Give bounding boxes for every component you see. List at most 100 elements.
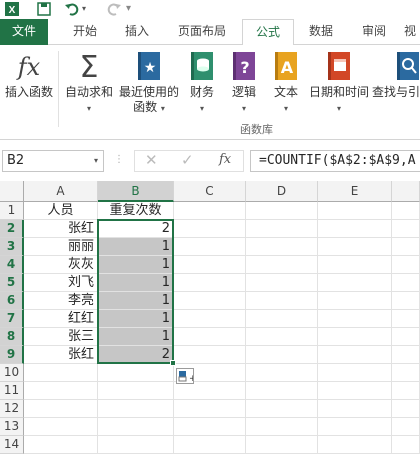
cell[interactable] (392, 418, 420, 436)
formula-input[interactable]: =COUNTIF($A$2:$A$9,A (250, 150, 420, 172)
recently-used-button[interactable]: ★ 最近使用的 函数 ▾ (114, 49, 184, 116)
cell[interactable] (392, 346, 420, 364)
auto-fill-options-icon[interactable]: + (176, 368, 197, 384)
row-header-14[interactable]: 14 (0, 436, 24, 454)
column-header-d[interactable]: D (246, 181, 318, 202)
cell-a8[interactable]: 张三 (24, 328, 98, 346)
cell[interactable] (24, 364, 98, 382)
enter-check-icon[interactable]: ✓ (181, 151, 194, 169)
cell-b6[interactable]: 1 (98, 292, 174, 310)
cell-b3[interactable]: 1 (98, 238, 174, 256)
cell[interactable] (98, 418, 174, 436)
cell[interactable] (318, 202, 392, 220)
cell[interactable] (318, 274, 392, 292)
cell[interactable] (318, 400, 392, 418)
cell-b7[interactable]: 1 (98, 310, 174, 328)
column-header-a[interactable]: A (24, 181, 98, 202)
cell[interactable] (246, 220, 318, 238)
cell[interactable] (392, 382, 420, 400)
cancel-icon[interactable]: ✕ (145, 151, 158, 169)
save-icon[interactable] (36, 1, 52, 20)
cell[interactable] (246, 292, 318, 310)
cell[interactable] (174, 292, 246, 310)
cell[interactable] (318, 418, 392, 436)
cell[interactable] (98, 364, 174, 382)
cell[interactable] (318, 292, 392, 310)
cell-a9[interactable]: 张红 (24, 346, 98, 364)
undo-dropdown-icon[interactable]: ▾ (82, 4, 86, 13)
tab-page-layout[interactable]: 页面布局 (166, 19, 238, 45)
cell[interactable] (392, 292, 420, 310)
cell[interactable] (174, 436, 246, 454)
cell[interactable] (246, 328, 318, 346)
cell[interactable] (392, 202, 420, 220)
cell[interactable] (318, 220, 392, 238)
row-header-8[interactable]: 8 (0, 328, 24, 346)
cell[interactable] (174, 274, 246, 292)
row-header-10[interactable]: 10 (0, 364, 24, 382)
cell[interactable] (174, 310, 246, 328)
cell[interactable] (392, 238, 420, 256)
cell[interactable] (246, 382, 318, 400)
tab-data[interactable]: 数据 (298, 19, 344, 45)
cell-a2[interactable]: 张红 (24, 220, 98, 238)
insert-function-button[interactable]: fx 插入函数 (2, 49, 56, 100)
cell[interactable] (246, 400, 318, 418)
cell[interactable] (392, 364, 420, 382)
cell[interactable] (246, 238, 318, 256)
cell[interactable] (174, 328, 246, 346)
cell[interactable] (174, 202, 246, 220)
cell[interactable] (24, 418, 98, 436)
cell-a6[interactable]: 李亮 (24, 292, 98, 310)
cell[interactable] (318, 346, 392, 364)
row-header-6[interactable]: 6 (0, 292, 24, 310)
cell[interactable] (246, 256, 318, 274)
column-header-c[interactable]: C (174, 181, 246, 202)
cell[interactable] (318, 364, 392, 382)
autosum-button[interactable]: Σ 自动求和 ▾ (62, 49, 116, 116)
column-header-b[interactable]: B (98, 181, 174, 202)
redo-icon[interactable] (106, 1, 122, 20)
tab-insert[interactable]: 插入 (112, 19, 162, 45)
row-header-11[interactable]: 11 (0, 382, 24, 400)
name-box-dropdown-icon[interactable]: ▾ (94, 151, 98, 171)
cell[interactable] (318, 382, 392, 400)
cell[interactable] (392, 274, 420, 292)
column-header[interactable] (392, 181, 420, 202)
cell[interactable] (318, 436, 392, 454)
cell-b1[interactable]: 重复次数 (98, 202, 174, 220)
select-all-corner[interactable] (0, 181, 24, 202)
cell[interactable] (24, 382, 98, 400)
row-header-4[interactable]: 4 (0, 256, 24, 274)
cell[interactable] (392, 220, 420, 238)
financial-button[interactable]: 财务 ▾ (184, 49, 220, 116)
cell[interactable] (174, 346, 246, 364)
cell[interactable] (246, 364, 318, 382)
fill-handle[interactable] (170, 360, 176, 366)
cell[interactable] (318, 238, 392, 256)
cell-b9[interactable]: 2 (98, 346, 174, 364)
cell[interactable] (98, 436, 174, 454)
text-button[interactable]: A 文本 ▾ (268, 49, 304, 116)
cell[interactable] (246, 274, 318, 292)
row-header-1[interactable]: 1 (0, 202, 24, 220)
cell[interactable] (392, 436, 420, 454)
cell[interactable] (24, 436, 98, 454)
cell[interactable] (174, 256, 246, 274)
cell[interactable] (246, 346, 318, 364)
cell[interactable] (246, 418, 318, 436)
row-header-7[interactable]: 7 (0, 310, 24, 328)
cell[interactable] (392, 256, 420, 274)
cell[interactable] (174, 220, 246, 238)
cell[interactable] (174, 418, 246, 436)
cell[interactable] (318, 256, 392, 274)
cell[interactable] (98, 400, 174, 418)
cell-a7[interactable]: 红红 (24, 310, 98, 328)
cell-a3[interactable]: 丽丽 (24, 238, 98, 256)
tab-file[interactable]: 文件 (0, 19, 48, 45)
cell[interactable] (246, 436, 318, 454)
cell[interactable] (174, 400, 246, 418)
cell[interactable] (174, 238, 246, 256)
tab-review[interactable]: 审阅 (352, 19, 396, 45)
row-header-5[interactable]: 5 (0, 274, 24, 292)
